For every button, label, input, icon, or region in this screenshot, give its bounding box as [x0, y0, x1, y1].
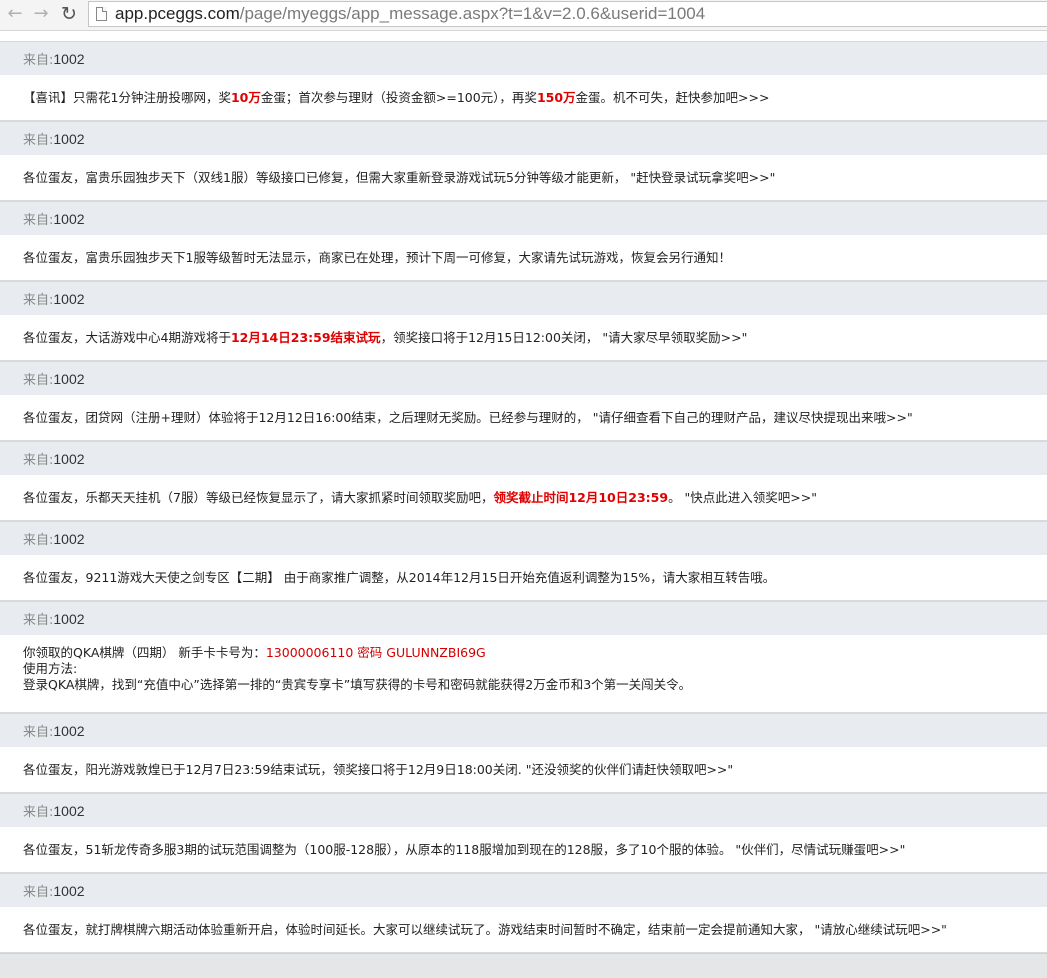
back-arrow-icon[interactable]: ←: [4, 3, 26, 25]
message-header: 来自:1002: [0, 201, 1047, 235]
message-body[interactable]: 各位蛋友，阳光游戏敦煌已于12月7日23:59结束试玩，领奖接口将于12月9日1…: [0, 747, 1047, 793]
message-text: 。 "快点此进入领奖吧>>": [668, 490, 817, 505]
from-label: 来自:: [23, 725, 54, 740]
sender-id: 1002: [53, 803, 85, 819]
sender-id: 1002: [53, 611, 85, 627]
card-code-text: 13000006110 密码 GULUNNZBI69G: [265, 645, 486, 660]
message-body[interactable]: 各位蛋友，富贵乐园独步天下（双线1服）等级接口已修复，但需大家重新登录游戏试玩5…: [0, 155, 1047, 201]
sender-id: 1002: [53, 371, 85, 387]
message-text: 金蛋；首次参与理财（投资金额>=100元），再奖: [260, 90, 537, 105]
message-header: 来自:1002: [0, 281, 1047, 315]
highlight-text: 12月14日23:59结束试玩: [230, 330, 381, 345]
message-line: 你领取的QKA棋牌（四期） 新手卡卡号为：13000006110 密码 GULU…: [23, 645, 1047, 661]
address-bar[interactable]: app.pceggs.com/page/myeggs/app_message.a…: [88, 1, 1047, 27]
from-label: 来自:: [23, 133, 54, 148]
message-text: 各位蛋友，富贵乐园独步天下1服等级暂时无法显示，商家已在处理，预计下周一可修复，…: [23, 250, 731, 265]
message-body[interactable]: 你领取的QKA棋牌（四期） 新手卡卡号为：13000006110 密码 GULU…: [0, 635, 1047, 713]
message-body[interactable]: 【喜讯】只需花1分钟注册投哪网，奖10万金蛋；首次参与理财（投资金额>=100元…: [0, 75, 1047, 121]
message-body[interactable]: 各位蛋友，大话游戏中心4期游戏将于12月14日23:59结束试玩，领奖接口将于1…: [0, 315, 1047, 361]
message-text: 各位蛋友，阳光游戏敦煌已于12月7日23:59结束试玩，领奖接口将于12月9日1…: [23, 762, 734, 777]
message-body[interactable]: 各位蛋友，51斩龙传奇多服3期的试玩范围调整为（100服-128服），从原本的1…: [0, 827, 1047, 873]
sender-id: 1002: [53, 723, 85, 739]
sender-id: 1002: [53, 131, 85, 147]
from-label: 来自:: [23, 213, 54, 228]
browser-toolbar: ← → ↻ app.pceggs.com/page/myeggs/app_mes…: [0, 0, 1047, 31]
message-body[interactable]: 各位蛋友，9211游戏大天使之剑专区【二期】 由于商家推广调整，从2014年12…: [0, 555, 1047, 601]
message-body[interactable]: 各位蛋友，富贵乐园独步天下1服等级暂时无法显示，商家已在处理，预计下周一可修复，…: [0, 235, 1047, 281]
footer-bar: [0, 953, 1047, 978]
message-text: 各位蛋友，大话游戏中心4期游戏将于: [23, 330, 231, 345]
url-host: app.pceggs.com: [115, 4, 240, 23]
url-path: /page/myeggs/app_message.aspx?t=1&v=2.0.…: [239, 4, 706, 23]
from-label: 来自:: [23, 613, 54, 628]
from-label: 来自:: [23, 373, 54, 388]
highlight-text: 领奖截止时间12月10日23:59: [493, 490, 669, 505]
url-text[interactable]: app.pceggs.com/page/myeggs/app_message.a…: [115, 2, 705, 26]
message-text: 各位蛋友，富贵乐园独步天下（双线1服）等级接口已修复，但需大家重新登录游戏试玩5…: [23, 170, 776, 185]
reload-icon[interactable]: ↻: [58, 3, 80, 25]
forward-arrow-icon[interactable]: →: [30, 3, 52, 25]
message-header: 来自:1002: [0, 521, 1047, 555]
message-line: 使用方法:: [23, 661, 1047, 677]
sender-id: 1002: [53, 883, 85, 899]
message-list: 来自:1002 【喜讯】只需花1分钟注册投哪网，奖10万金蛋；首次参与理财（投资金…: [0, 41, 1047, 953]
message-body[interactable]: 各位蛋友，团贷网（注册+理财）体验将于12月12日16:00结束，之后理财无奖励…: [0, 395, 1047, 441]
message-header: 来自:1002: [0, 121, 1047, 155]
from-label: 来自:: [23, 533, 54, 548]
message-body[interactable]: 各位蛋友，乐都天天挂机（7服）等级已经恢复显示了，请大家抓紧时间领取奖励吧，领奖…: [0, 475, 1047, 521]
message-header: 来自:1002: [0, 873, 1047, 907]
message-text: 各位蛋友，乐都天天挂机（7服）等级已经恢复显示了，请大家抓紧时间领取奖励吧，: [23, 490, 494, 505]
message-text: 各位蛋友，9211游戏大天使之剑专区【二期】 由于商家推广调整，从2014年12…: [23, 570, 776, 585]
message-header: 来自:1002: [0, 361, 1047, 395]
message-text: 金蛋。机不可失，赶快参加吧>>>: [575, 90, 770, 105]
sender-id: 1002: [53, 51, 85, 67]
message-header: 来自:1002: [0, 601, 1047, 635]
sender-id: 1002: [53, 211, 85, 227]
from-label: 来自:: [23, 805, 54, 820]
message-text: 各位蛋友，就打牌棋牌六期活动体验重新开启，体验时间延长。大家可以继续试玩了。游戏…: [23, 922, 947, 937]
highlight-text: 10万: [230, 90, 261, 105]
message-header: 来自:1002: [0, 713, 1047, 747]
from-label: 来自:: [23, 885, 54, 900]
message-text: 你领取的QKA棋牌（四期） 新手卡卡号为：: [23, 645, 266, 660]
message-header: 来自:1002: [0, 793, 1047, 827]
message-text: 【喜讯】只需花1分钟注册投哪网，奖: [23, 90, 231, 105]
sender-id: 1002: [53, 531, 85, 547]
highlight-text: 150万: [536, 90, 576, 105]
message-header: 来自:1002: [0, 41, 1047, 75]
message-text: 登录QKA棋牌，找到“充值中心”选择第一排的“贵宾专享卡”填写获得的卡号和密码就…: [23, 677, 692, 692]
sender-id: 1002: [53, 451, 85, 467]
sender-id: 1002: [53, 291, 85, 307]
from-label: 来自:: [23, 453, 54, 468]
message-body[interactable]: 各位蛋友，就打牌棋牌六期活动体验重新开启，体验时间延长。大家可以继续试玩了。游戏…: [0, 907, 1047, 953]
message-text: 各位蛋友，51斩龙传奇多服3期的试玩范围调整为（100服-128服），从原本的1…: [23, 842, 906, 857]
from-label: 来自:: [23, 53, 54, 68]
message-line: 登录QKA棋牌，找到“充值中心”选择第一排的“贵宾专享卡”填写获得的卡号和密码就…: [23, 677, 1047, 693]
page-icon: [96, 7, 107, 21]
message-header: 来自:1002: [0, 441, 1047, 475]
from-label: 来自:: [23, 293, 54, 308]
message-text: 各位蛋友，团贷网（注册+理财）体验将于12月12日16:00结束，之后理财无奖励…: [23, 410, 913, 425]
message-text: ，领奖接口将于12月15日12:00关闭， "请大家尽早领取奖励>>": [380, 330, 748, 345]
message-text: 使用方法:: [23, 661, 78, 676]
